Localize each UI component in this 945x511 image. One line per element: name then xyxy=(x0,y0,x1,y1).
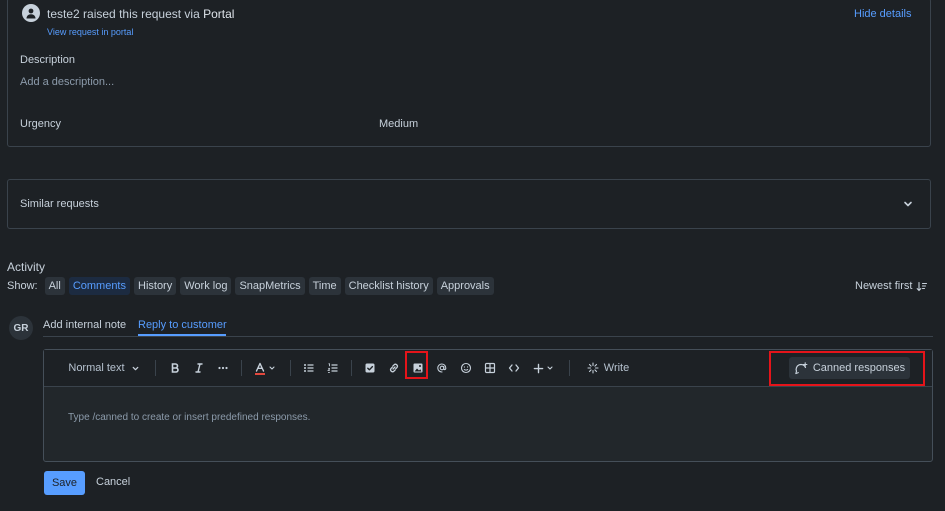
chevron-down-icon xyxy=(546,366,553,370)
hide-details-link[interactable]: Hide details xyxy=(854,8,911,20)
more-icon xyxy=(218,366,228,370)
request-details-panel xyxy=(7,0,931,147)
cancel-button[interactable]: Cancel xyxy=(96,476,130,488)
insert-more-button[interactable] xyxy=(531,360,555,376)
bullet-list-button[interactable] xyxy=(302,360,316,376)
show-label: Show: xyxy=(7,280,38,292)
sort-label: Newest first xyxy=(855,280,913,292)
raised-by-line: teste2 raised this request via Portal xyxy=(47,7,234,21)
reporter-name: teste2 xyxy=(47,7,80,21)
filter-work-log[interactable]: Work log xyxy=(180,277,232,295)
chevron-down-icon[interactable] xyxy=(902,198,914,210)
toolbar-separator xyxy=(290,360,291,376)
sort-icon xyxy=(917,281,928,291)
text-color-button[interactable] xyxy=(253,360,277,376)
link-button[interactable] xyxy=(387,360,401,376)
chevron-down-icon xyxy=(269,366,275,370)
activity-title: Activity xyxy=(7,260,46,274)
more-formatting-button[interactable] xyxy=(216,360,230,376)
toolbar-separator xyxy=(569,360,570,376)
write-label: Write xyxy=(603,362,630,374)
raised-via-text: raised this request via xyxy=(83,7,200,21)
description-label: Description xyxy=(20,54,76,66)
urgency-label: Urgency xyxy=(20,118,61,130)
table-button[interactable] xyxy=(483,360,497,376)
filter-checklist-history[interactable]: Checklist history xyxy=(344,277,433,295)
highlight-box-canned xyxy=(769,351,925,386)
toolbar-separator xyxy=(155,360,156,376)
text-style-dropdown[interactable]: Normal text xyxy=(62,360,146,376)
filter-comments[interactable]: Comments xyxy=(68,277,130,295)
toolbar-separator xyxy=(241,360,242,376)
highlight-box-image xyxy=(405,351,428,379)
numbered-list-button[interactable] xyxy=(326,360,340,376)
activity-filter-bar: Show: All Comments History Work log Snap… xyxy=(7,277,494,295)
numbered-list-icon xyxy=(327,363,338,373)
filter-time[interactable]: Time xyxy=(308,277,341,295)
view-in-portal-link[interactable]: View request in portal xyxy=(47,27,133,37)
save-button[interactable]: Save xyxy=(44,471,85,495)
raised-channel: Portal xyxy=(203,7,235,21)
plus-icon xyxy=(533,363,543,373)
code-block-button[interactable] xyxy=(507,360,521,376)
code-icon xyxy=(508,364,520,372)
filter-history[interactable]: History xyxy=(134,277,177,295)
sort-newest-first-button[interactable]: Newest first xyxy=(855,280,928,292)
urgency-value[interactable]: Medium xyxy=(379,118,418,130)
mention-button[interactable] xyxy=(435,360,449,376)
filter-approvals[interactable]: Approvals xyxy=(436,277,494,295)
filter-all[interactable]: All xyxy=(44,277,65,295)
tab-add-internal-note[interactable]: Add internal note xyxy=(43,319,126,331)
sparkle-icon xyxy=(587,362,599,374)
filter-snapmetrics[interactable]: SnapMetrics xyxy=(235,277,305,295)
person-icon xyxy=(26,8,36,19)
description-input[interactable]: Add a description... xyxy=(20,76,114,88)
bold-button[interactable] xyxy=(168,360,182,376)
reporter-avatar xyxy=(22,4,40,22)
tab-reply-to-customer[interactable]: Reply to customer xyxy=(138,319,227,331)
chevron-down-icon xyxy=(132,366,139,370)
emoji-icon xyxy=(460,362,472,374)
italic-button[interactable] xyxy=(192,360,206,376)
table-icon xyxy=(484,362,496,374)
editor-placeholder: Type /canned to create or insert predefi… xyxy=(68,412,311,423)
italic-icon xyxy=(195,363,203,373)
text-style-label: Normal text xyxy=(68,362,125,374)
link-icon xyxy=(389,363,399,373)
checkbox-icon xyxy=(365,363,375,373)
write-ai-button[interactable]: Write xyxy=(584,360,632,376)
at-sign-icon xyxy=(437,363,447,373)
tab-divider xyxy=(43,336,933,337)
emoji-button[interactable] xyxy=(459,360,473,376)
current-user-avatar: GR xyxy=(9,316,33,340)
text-color-icon xyxy=(255,362,265,375)
action-item-button[interactable] xyxy=(363,360,377,376)
similar-requests-label: Similar requests xyxy=(20,198,99,210)
toolbar-separator xyxy=(351,360,352,376)
similar-requests-panel[interactable] xyxy=(7,179,931,229)
bullet-list-icon xyxy=(304,364,314,372)
bold-icon xyxy=(171,363,179,373)
